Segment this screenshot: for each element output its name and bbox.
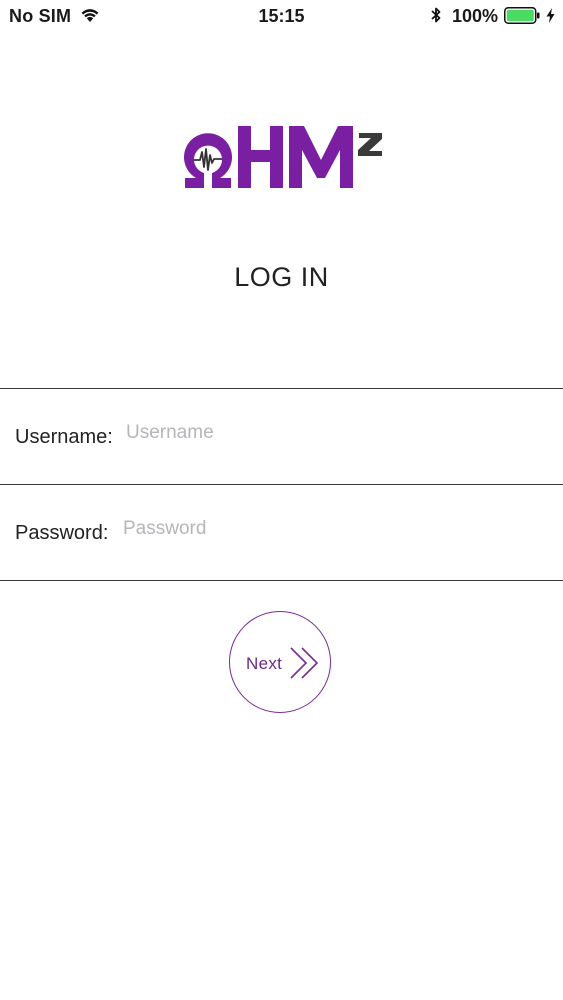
password-label: Password:: [15, 522, 109, 544]
username-label: Username:: [15, 426, 113, 448]
next-button[interactable]: Next: [229, 611, 331, 713]
double-chevron-right-icon: [290, 647, 319, 679]
page-title: LOG IN: [234, 262, 329, 292]
charging-bolt-icon: [546, 8, 555, 23]
divider: [0, 580, 563, 581]
password-input[interactable]: [123, 515, 523, 543]
status-bar: No SIM 15:15 100%: [0, 0, 563, 32]
username-input[interactable]: [126, 419, 526, 447]
next-button-label: Next: [246, 654, 283, 673]
username-row: Username:: [0, 389, 563, 484]
bluetooth-icon: [431, 7, 441, 23]
battery-icon: [504, 7, 540, 24]
password-row: Password:: [0, 485, 563, 580]
ohmz-logo: [184, 126, 382, 188]
battery-percent: 100%: [452, 6, 499, 26]
